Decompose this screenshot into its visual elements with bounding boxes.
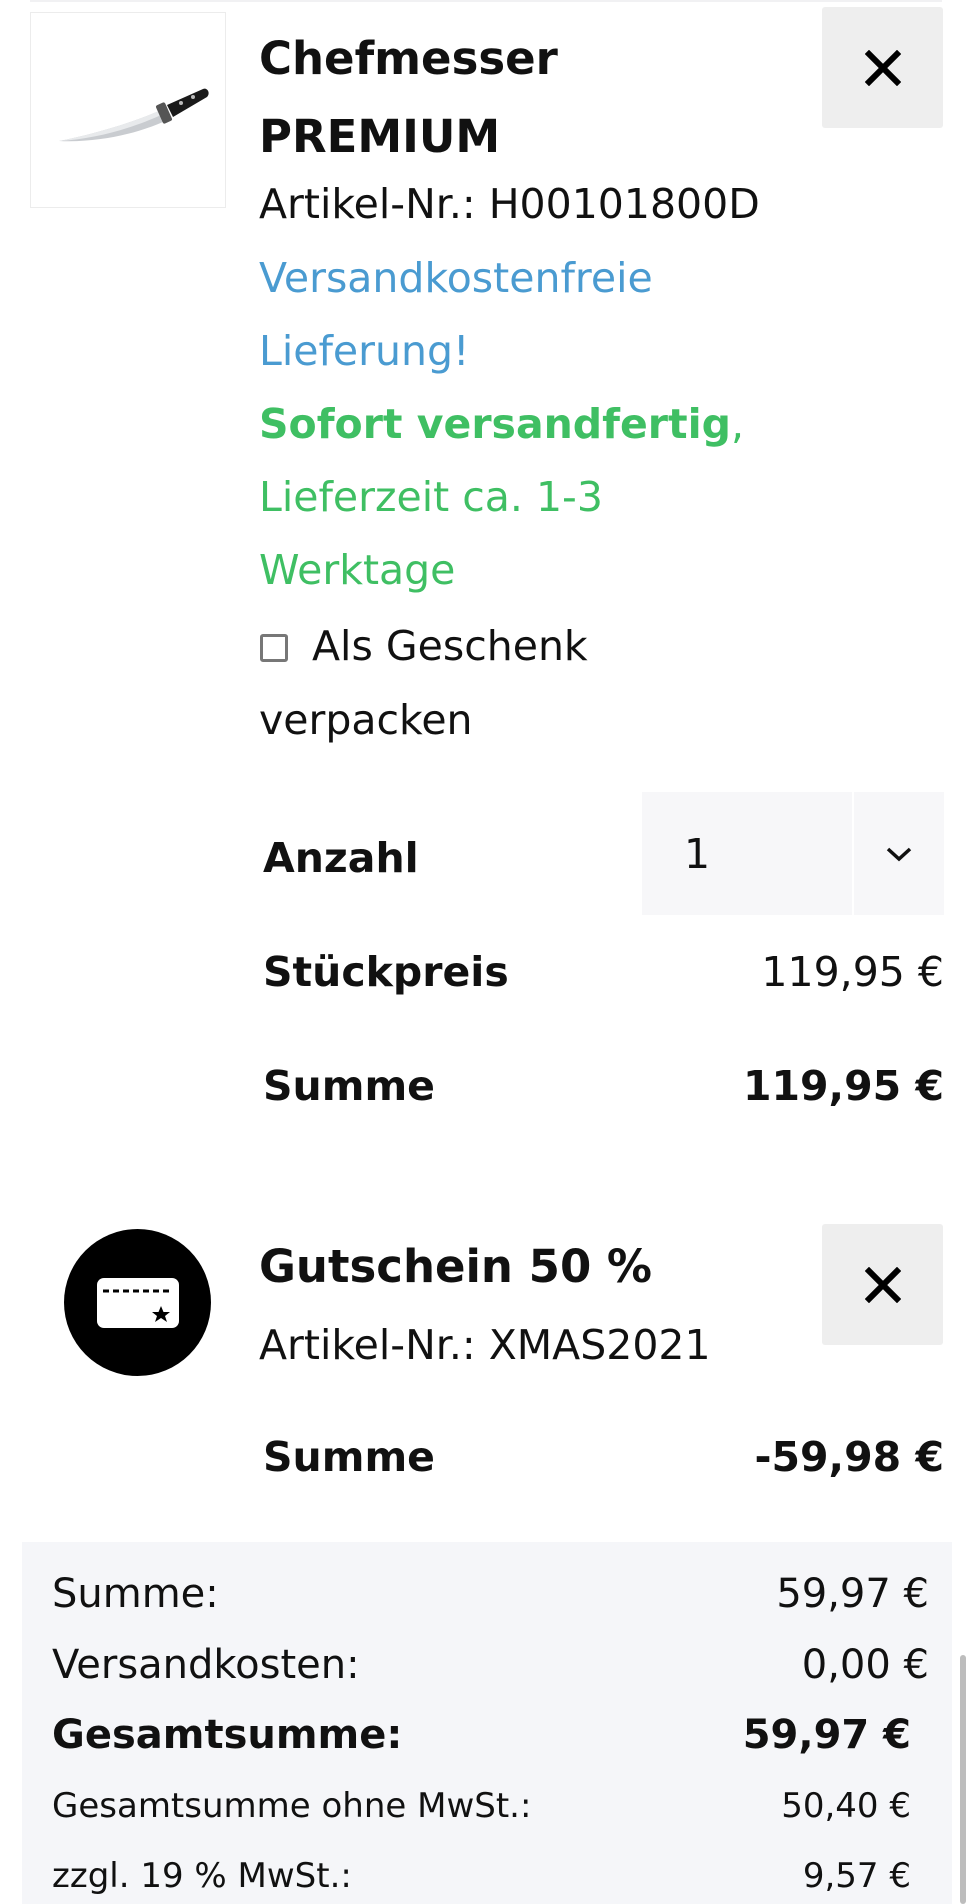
gift-wrap-checkbox[interactable] [260, 634, 288, 662]
close-icon [864, 1266, 901, 1303]
voucher-sum-value: -59,98 € [754, 1433, 944, 1481]
quantity-value: 1 [684, 829, 711, 878]
quantity-label: Anzahl [263, 834, 419, 882]
net-total-value: 50,40 € [781, 1786, 911, 1826]
close-icon [864, 49, 901, 86]
voucher-sum-label: Summe [263, 1433, 435, 1481]
voucher-name[interactable]: Gutschein 50 % [259, 1228, 819, 1306]
top-divider [30, 0, 942, 2]
quantity-select[interactable]: 1 [642, 792, 944, 915]
grand-total-label: Gesamtsumme: [52, 1712, 403, 1758]
subtotal-label: Summe: [52, 1571, 219, 1617]
gift-wrap-label-line1[interactable]: Als Geschenk [312, 610, 588, 683]
availability-status: Sofort versandfertig, [259, 388, 744, 461]
net-total-label: Gesamtsumme ohne MwSt.: [52, 1786, 532, 1826]
voucher-article-number: Artikel-Nr.: XMAS2021 [259, 1321, 711, 1369]
item-sum-value: 119,95 € [742, 1062, 944, 1110]
product-name-line2: PREMIUM [259, 110, 501, 163]
unit-price-value: 119,95 € [761, 948, 944, 996]
subtotal-value: 59,97 € [776, 1571, 929, 1617]
gift-wrap-label-line2[interactable]: verpacken [259, 684, 473, 757]
availability-comma: , [731, 400, 745, 448]
free-shipping-line2: Lieferung! [259, 327, 470, 375]
remove-voucher-button[interactable] [822, 1224, 943, 1345]
shipping-cost-label: Versandkosten: [52, 1642, 360, 1688]
free-shipping-line1: Versandkostenfreie [259, 254, 653, 302]
availability-bold: Sofort versandfertig [259, 400, 732, 448]
product-name[interactable]: Chefmesser PREMIUM [259, 20, 819, 176]
shipping-cost-value: 0,00 € [801, 1642, 929, 1688]
chevron-down-icon [854, 845, 944, 863]
item-sum-label: Summe [263, 1062, 435, 1110]
chef-knife-image [59, 88, 209, 142]
voucher-card-icon [64, 1229, 211, 1376]
delivery-time-line2: Werktage [259, 546, 456, 594]
grand-total-value: 59,97 € [742, 1712, 911, 1758]
vat-value: 9,57 € [802, 1856, 911, 1896]
remove-item-button[interactable] [822, 7, 943, 128]
scrollbar[interactable] [960, 1655, 966, 1904]
delivery-time-line1: Lieferzeit ca. 1-3 [259, 473, 603, 521]
product-image[interactable] [30, 12, 226, 208]
vat-label: zzgl. 19 % MwSt.: [52, 1856, 352, 1896]
article-number: Artikel-Nr.: H00101800D [259, 180, 760, 228]
unit-price-label: Stückpreis [263, 948, 509, 996]
product-name-line1: Chefmesser [259, 32, 558, 85]
